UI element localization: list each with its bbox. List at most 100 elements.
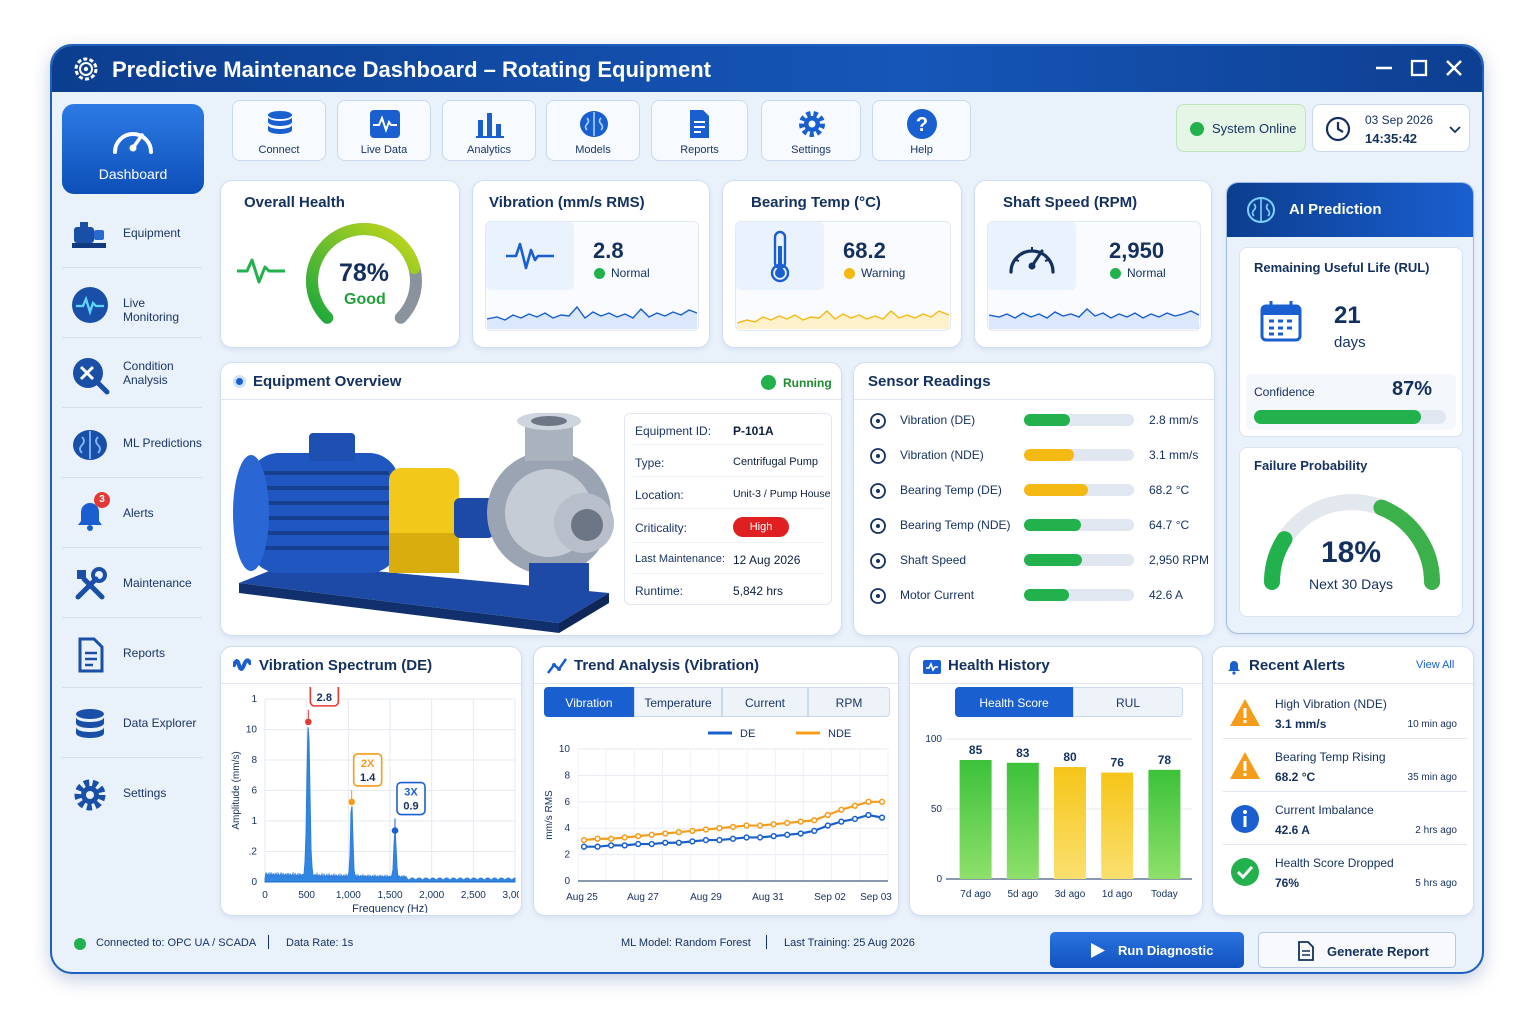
generate-report-button[interactable]: Generate Report (1258, 932, 1456, 968)
toolbar-models-button[interactable]: Models (546, 100, 640, 161)
confidence-bar (1254, 410, 1446, 424)
shaft-speed-card: Shaft Speed (RPM) 2,950 Normal (974, 180, 1212, 348)
sidebar-item-equipment[interactable]: Equipment (62, 202, 202, 268)
toolbar-settings-button[interactable]: Settings (761, 100, 861, 161)
alert-detail: 3.1 mm/s (1275, 717, 1327, 731)
toolbar-analytics-button[interactable]: Analytics (442, 100, 536, 161)
series-point (797, 830, 804, 837)
series-point (824, 811, 831, 819)
ai-prediction-panel: AI Prediction Remaining Useful Life (RUL… (1226, 182, 1474, 634)
panel-title: Equipment Overview (253, 373, 402, 390)
divider (221, 399, 841, 400)
series-point (878, 798, 886, 805)
sensor-value: 2,950 RPM (1149, 553, 1210, 567)
rul-title: Remaining Useful Life (RUL) (1254, 260, 1430, 275)
tab-health-score[interactable]: Health Score (955, 687, 1073, 717)
divider (631, 573, 825, 574)
field-label: Criticality: (635, 521, 688, 535)
toolbar-label: Models (575, 144, 611, 156)
status-dot (1110, 268, 1121, 279)
view-all-link[interactable]: View All (1416, 659, 1454, 671)
overall-health-card: Overall Health 78% Good (220, 180, 460, 348)
x-tick-label: Aug 27 (627, 892, 659, 903)
health-value: 78% (339, 259, 390, 287)
series-point (851, 802, 859, 809)
sidebar-item-alerts[interactable]: 3 Alerts (62, 482, 202, 548)
tab-rpm[interactable]: RPM (808, 687, 890, 717)
alert-title: Bearing Temp Rising (1275, 750, 1386, 764)
sidebar-item-ml-predictions[interactable]: ML Predictions (62, 412, 202, 478)
sensor-bar (1024, 554, 1134, 566)
time-text: 14:35:42 (1365, 131, 1418, 146)
minimize-button[interactable] (1372, 56, 1396, 80)
training-text: Last Training: 25 Aug 2026 (784, 937, 915, 949)
series-point (784, 831, 791, 838)
sidebar-item-label: Equipment (123, 226, 181, 240)
toolbar-live-data-button[interactable]: Live Data (337, 100, 431, 161)
ai-header: AI Prediction (1227, 183, 1473, 237)
series-point (716, 825, 723, 832)
toolbar-label: Reports (680, 144, 719, 156)
document-icon (1298, 941, 1314, 961)
sidebar-item-condition-analysis[interactable]: Condition Analysis (62, 342, 202, 408)
alert-row: Bearing Temp Rising 68.2 °C 35 min ago (1223, 742, 1467, 792)
toolbar-help-button[interactable]: ? Help (872, 100, 971, 161)
peak-marker (348, 798, 355, 806)
sensor-row: Vibration (DE) 2.8 mm/s (854, 409, 1214, 439)
panel-title: Trend Analysis (Vibration) (574, 657, 760, 674)
connection-text: Connected to: OPC UA / SCADA (96, 937, 257, 949)
tab-current[interactable]: Current (722, 687, 808, 717)
bar (959, 760, 992, 879)
tab-temperature[interactable]: Temperature (634, 687, 722, 717)
series-point (648, 840, 655, 848)
x-tick-label: Sep 03 (860, 892, 892, 903)
bearing-sparkline (737, 310, 949, 329)
speedometer-icon (113, 132, 153, 154)
peak-marker (305, 718, 312, 726)
datetime-selector[interactable]: 03 Sep 2026 14:35:42 (1312, 104, 1470, 152)
sidebar-item-reports[interactable]: Reports (62, 622, 202, 688)
tab-rul[interactable]: RUL (1073, 687, 1183, 717)
alert-detail: 76% (1275, 876, 1300, 890)
maximize-button[interactable] (1407, 56, 1431, 80)
sidebar-item-settings[interactable]: Settings (62, 762, 202, 828)
health-history-panel: Health History Health Score RUL 0 50 100 85… (909, 646, 1203, 916)
toolbar-connect-button[interactable]: Connect (232, 100, 326, 161)
x-tick-label: 5d ago (1008, 889, 1039, 900)
status-dot (594, 268, 605, 279)
series-point (648, 831, 655, 838)
x-tick-label: Today (1151, 889, 1178, 900)
sidebar-item-dashboard[interactable]: Dashboard (62, 104, 204, 194)
sensor-row: Shaft Speed 2,950 RPM (854, 549, 1214, 579)
close-button[interactable] (1442, 56, 1466, 80)
sensor-bar-fill (1024, 414, 1071, 426)
confidence-value: 87% (1392, 378, 1433, 400)
run-diagnostic-button[interactable]: Run Diagnostic (1050, 932, 1244, 968)
series-point (662, 839, 669, 846)
sidebar-item-live-monitoring[interactable]: Live Monitoring (62, 272, 202, 338)
sensor-row: Bearing Temp (DE) 68.2 °C (854, 479, 1214, 509)
sensor-bar (1024, 484, 1134, 496)
svg-text:?: ? (916, 114, 928, 136)
sidebar-item-maintenance[interactable]: Maintenance (62, 552, 202, 618)
pulse-icon (370, 110, 400, 138)
series-point (743, 822, 750, 829)
database-icon (268, 111, 292, 134)
toolbar-reports-button[interactable]: Reports (651, 100, 748, 161)
sidebar-item-data-explorer[interactable]: Data Explorer (62, 692, 202, 758)
spectrum-icon (233, 658, 251, 671)
overview-bullet-icon (233, 375, 246, 388)
series-point (851, 815, 859, 823)
alert-detail: 42.6 A (1275, 823, 1310, 837)
series-point (580, 843, 588, 850)
x-tick-label: Aug 25 (566, 892, 598, 903)
series-point (865, 811, 872, 819)
series-point (580, 836, 588, 844)
bar-chart-icon (476, 113, 504, 138)
tab-vibration[interactable]: Vibration (544, 687, 634, 717)
title-bar: Predictive Maintenance Dashboard – Rotat… (52, 46, 1482, 92)
model-text: ML Model: Random Forest (621, 937, 751, 949)
icon-tile (486, 222, 574, 290)
bar-value-label: 83 (1016, 746, 1030, 760)
panel-title: Sensor Readings (868, 373, 991, 390)
